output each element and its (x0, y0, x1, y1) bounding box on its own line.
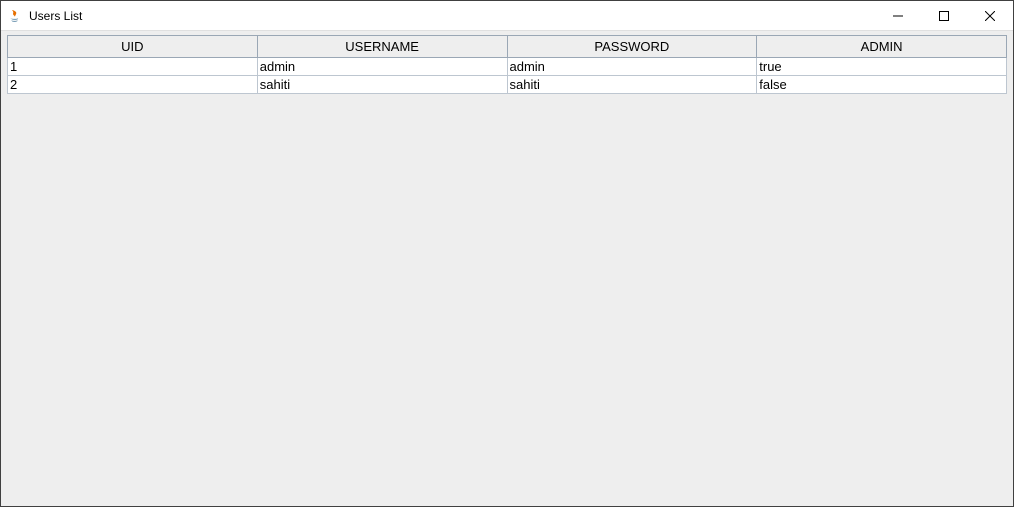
table-row[interactable]: 2 sahiti sahiti false (8, 76, 1007, 94)
title-bar: Users List (1, 1, 1013, 31)
cell-password[interactable]: sahiti (507, 76, 757, 94)
column-header-admin[interactable]: ADMIN (757, 36, 1007, 58)
users-table[interactable]: UID USERNAME PASSWORD ADMIN 1 admin admi… (7, 35, 1007, 94)
close-button[interactable] (967, 1, 1013, 30)
table-row[interactable]: 1 admin admin true (8, 58, 1007, 76)
minimize-icon (893, 11, 903, 21)
close-icon (985, 11, 995, 21)
window-title: Users List (29, 9, 82, 23)
cell-username[interactable]: sahiti (257, 76, 507, 94)
cell-admin[interactable]: true (757, 58, 1007, 76)
title-bar-left: Users List (7, 8, 82, 24)
cell-username[interactable]: admin (257, 58, 507, 76)
cell-admin[interactable]: false (757, 76, 1007, 94)
cell-uid[interactable]: 2 (8, 76, 258, 94)
column-header-uid[interactable]: UID (8, 36, 258, 58)
cell-uid[interactable]: 1 (8, 58, 258, 76)
table-header-row: UID USERNAME PASSWORD ADMIN (8, 36, 1007, 58)
window-controls (875, 1, 1013, 30)
content-area: UID USERNAME PASSWORD ADMIN 1 admin admi… (1, 31, 1013, 506)
application-window: Users List (0, 0, 1014, 507)
column-header-username[interactable]: USERNAME (257, 36, 507, 58)
java-icon (7, 8, 23, 24)
cell-password[interactable]: admin (507, 58, 757, 76)
minimize-button[interactable] (875, 1, 921, 30)
maximize-icon (939, 11, 949, 21)
maximize-button[interactable] (921, 1, 967, 30)
column-header-password[interactable]: PASSWORD (507, 36, 757, 58)
table-wrapper: UID USERNAME PASSWORD ADMIN 1 admin admi… (7, 35, 1007, 94)
